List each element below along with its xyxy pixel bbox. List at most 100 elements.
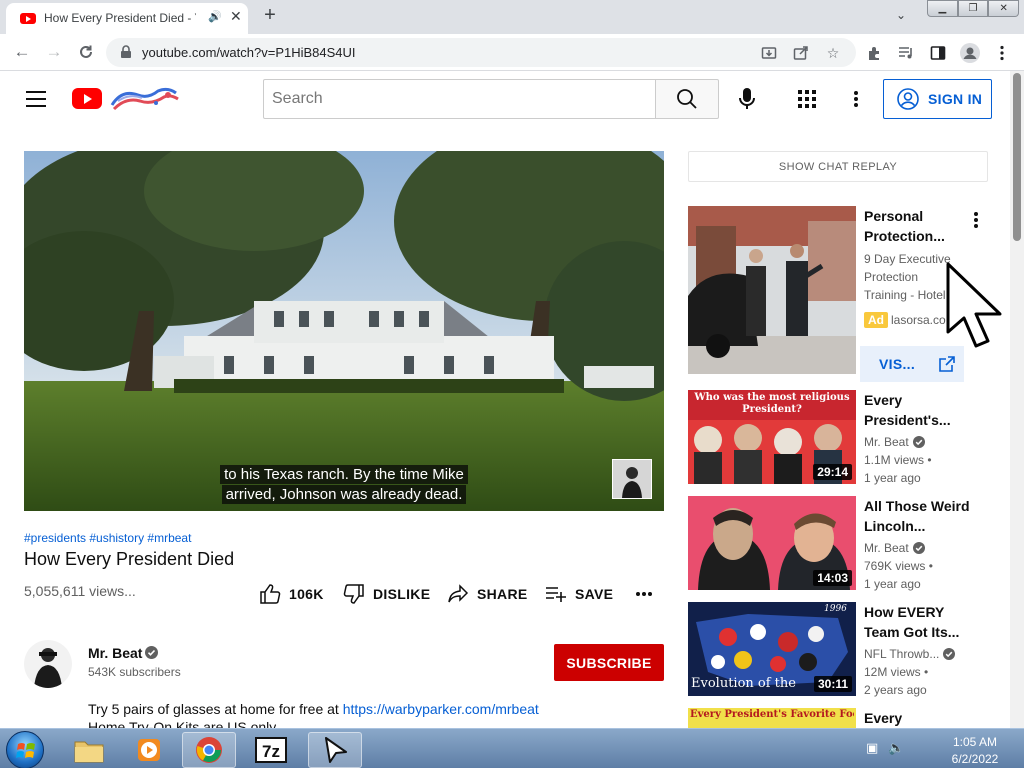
recommended-video[interactable]: 14:03 All Those Weird Lincoln... Mr. Bea… [688,496,988,592]
show-chat-replay-button[interactable]: SHOW CHAT REPLAY [688,151,988,182]
7zip-icon[interactable]: 7z [244,732,298,768]
recommended-video[interactable]: 1996 Evolution of the 30:11 How EVERY Te… [688,602,988,698]
search-button[interactable] [655,79,719,119]
ad-menu-icon[interactable] [964,208,988,232]
view-count[interactable]: 5,055,611 views... [24,583,136,599]
clock-date: 6/2/2022 [951,752,999,766]
minimize-button[interactable]: ▁ [927,0,958,17]
system-tray: ▣ 🔈 [866,740,904,756]
cursor-app-icon[interactable] [308,732,362,768]
recommended-title[interactable]: Every President's... [864,390,974,430]
verified-badge-icon [912,436,925,448]
video-title: How Every President Died [24,549,235,569]
voice-search-button[interactable] [731,83,763,115]
media-control-icon[interactable] [896,43,916,63]
reload-icon[interactable] [74,40,98,64]
address-bar[interactable]: youtube.com/watch?v=P1HiB84S4UI ☆ [106,38,856,67]
recommended-title[interactable]: All Those Weird Lincoln... [864,496,974,536]
back-icon[interactable]: ← [10,40,34,64]
caption-line-2: arrived, Johnson was already dead. [24,485,664,504]
recommended-video[interactable]: Every President's Favorite Food Every [688,708,988,728]
recommended-title[interactable]: How EVERY Team Got Its... [864,602,974,642]
description-link[interactable]: https://warbyparker.com/mrbeat [343,701,539,717]
video-thumbnail[interactable]: Who was the most religious President? 29… [688,390,856,484]
file-explorer-icon[interactable] [62,732,116,768]
thumbs-down-icon [343,584,364,604]
channel-avatar[interactable] [24,640,72,688]
thumbnail-small-text: 1996 [824,604,847,614]
description-line-2: Home Try-On Kits are US only [88,720,277,728]
taskbar-clock[interactable]: 1:05 AM 6/2/2022 [940,734,1010,768]
channel-name[interactable]: Mr. Beat [88,645,142,661]
verified-badge-icon [912,542,925,554]
recommended-age: 1 year ago [864,577,921,591]
channel-watermark-icon[interactable] [612,459,652,499]
browser-toolbar: ← → youtube.com/watch?v=P1HiB84S4UI ☆ [0,34,1024,71]
video-thumbnail[interactable]: Every President's Favorite Food [688,708,856,728]
search-input[interactable] [264,80,655,118]
save-button[interactable]: SAVE [545,582,613,606]
caption-line-1: to his Texas ranch. By the time Mike [24,465,664,484]
lock-icon[interactable] [119,45,133,59]
start-button[interactable] [6,731,44,768]
new-tab-icon[interactable]: + [260,4,280,27]
share-page-icon[interactable] [792,44,810,62]
chrome-icon[interactable] [182,732,236,768]
extensions-icon[interactable] [864,43,884,63]
youtube-favicon-icon [20,13,36,24]
search-field[interactable] [263,79,656,119]
youtube-doodle-logo[interactable] [108,85,180,113]
close-window-button[interactable]: ✕ [988,0,1020,17]
settings-more-icon[interactable] [844,87,868,111]
volume-icon[interactable]: 🔈 [888,740,904,756]
ad-title[interactable]: Personal Protection... [864,206,954,246]
ad-thumbnail[interactable] [688,206,856,374]
recommended-video[interactable]: Who was the most religious President? 29… [688,390,988,486]
youtube-header: SIGN IN [0,71,1010,127]
share-button[interactable]: SHARE [447,582,528,606]
thumbnail-overlay-text: Every President's Favorite Food [690,709,854,720]
browser-menu-icon[interactable] [992,43,1012,63]
scrollbar-thumb[interactable] [1013,73,1021,241]
browser-tab[interactable]: How Every President Died - YouTube 🔊 ✕ [6,3,248,34]
side-panel-icon[interactable] [928,43,948,63]
url-text[interactable]: youtube.com/watch?v=P1HiB84S4UI [142,45,356,60]
video-duration: 14:03 [813,570,852,586]
restore-button[interactable]: ❐ [957,0,989,17]
recommended-channel[interactable]: Mr. Beat [864,435,925,449]
subscribe-button[interactable]: SUBSCRIBE [554,644,664,681]
close-tab-icon[interactable]: ✕ [230,8,242,25]
page-scrollbar[interactable] [1010,71,1024,728]
forward-icon[interactable]: → [42,40,66,64]
video-thumbnail[interactable]: 1996 Evolution of the 30:11 [688,602,856,696]
speaker-icon[interactable]: 🔊 [208,10,222,23]
recommended-title[interactable]: Every [864,708,974,728]
video-player[interactable]: to his Texas ranch. By the time Mike arr… [24,151,664,511]
network-icon[interactable]: ▣ [866,740,878,756]
like-button[interactable]: 106K [259,582,324,606]
sign-in-button[interactable]: SIGN IN [883,79,992,119]
more-actions-icon[interactable] [632,584,656,604]
install-icon[interactable] [760,44,778,62]
hashtag-links[interactable]: #presidents #ushistory #mrbeat [24,531,191,545]
recommended-channel[interactable]: NFL Throwb... [864,647,956,661]
recommended-channel[interactable]: Mr. Beat [864,541,925,555]
description-text: Try 5 pairs of glasses at home for free … [88,701,343,717]
ad-badge: Ad [864,312,888,328]
external-link-icon [939,356,955,372]
playlist-add-icon [546,587,566,602]
video-duration: 30:11 [813,676,852,692]
sponsored-ad[interactable]: Personal Protection... 9 Day Executive P… [688,206,988,386]
microphone-icon [739,88,755,109]
verified-badge-icon [943,648,956,660]
youtube-logo-icon[interactable] [72,88,102,109]
video-thumbnail[interactable]: 14:03 [688,496,856,590]
bookmark-star-icon[interactable]: ☆ [824,44,842,62]
profile-avatar-icon[interactable] [960,43,980,63]
dislike-button[interactable]: DISLIKE [343,582,430,606]
media-player-icon[interactable] [122,732,176,768]
apps-grid-icon[interactable] [795,87,819,111]
hamburger-menu-icon[interactable] [26,91,46,107]
clock-time: 1:05 AM [952,735,998,749]
tab-search-chevron-icon[interactable]: ⌄ [896,8,906,22]
